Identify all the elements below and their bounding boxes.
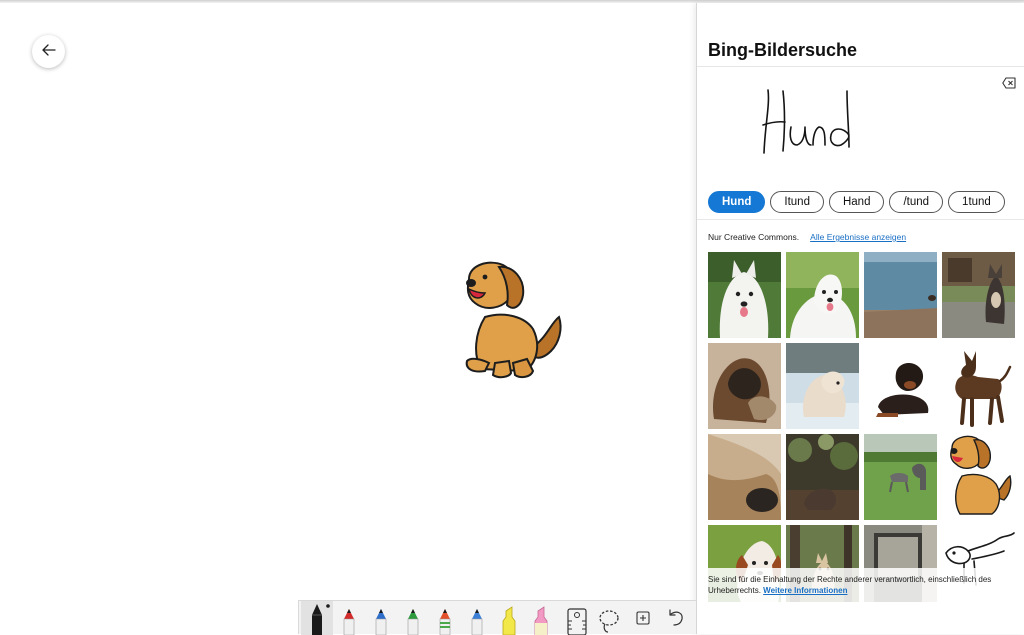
image-result-samoyed-on-grass[interactable] bbox=[786, 252, 859, 338]
suggestion-chip[interactable]: Hand bbox=[828, 191, 885, 213]
arrow-left-icon bbox=[41, 43, 56, 61]
suggestion-chips: Hund Itund Hand /tund 1tund bbox=[708, 191, 1005, 213]
license-filter-row: Nur Creative Commons. Alle Ergebnisse an… bbox=[708, 232, 906, 242]
suggestion-chip[interactable]: Itund bbox=[770, 191, 824, 213]
back-button[interactable] bbox=[32, 35, 65, 68]
undo-button[interactable] bbox=[659, 601, 691, 635]
pen-black[interactable] bbox=[301, 601, 333, 635]
suggestion-chip[interactable]: Hund bbox=[708, 191, 766, 213]
image-results-grid bbox=[708, 252, 1015, 602]
image-result-dog-at-beach[interactable] bbox=[864, 252, 937, 338]
backspace-icon bbox=[1002, 76, 1016, 93]
dog-sticker[interactable] bbox=[455, 259, 567, 381]
suggestion-chip[interactable]: /tund bbox=[889, 191, 944, 213]
add-page-icon bbox=[627, 601, 659, 635]
add-page-button[interactable] bbox=[627, 601, 659, 635]
undo-icon bbox=[659, 601, 691, 635]
handwritten-query bbox=[755, 85, 865, 160]
panel-title: Bing-Bildersuche bbox=[708, 40, 858, 60]
image-result-dog-in-garden[interactable] bbox=[942, 252, 1015, 338]
image-result-dog-closeup[interactable] bbox=[708, 434, 781, 520]
divider bbox=[697, 219, 1024, 220]
copyright-notice-text: Sie sind für die Einhaltung der Rechte a… bbox=[708, 575, 992, 595]
image-result-puppy-in-snow[interactable] bbox=[786, 343, 859, 429]
whiteboard-canvas[interactable] bbox=[0, 3, 696, 634]
image-result-rottweiler-lying[interactable] bbox=[864, 343, 937, 429]
image-result-dog-cartoon[interactable] bbox=[942, 434, 1015, 520]
inking-toolbar bbox=[298, 600, 696, 635]
image-result-samoyed-portrait[interactable] bbox=[708, 252, 781, 338]
pen-red[interactable] bbox=[333, 601, 365, 635]
more-info-link[interactable]: Weitere Informationen bbox=[763, 586, 847, 595]
highlighter-yellow[interactable] bbox=[493, 601, 525, 635]
image-result-dogs-on-lawn[interactable] bbox=[864, 434, 937, 520]
pen-green[interactable] bbox=[397, 601, 429, 635]
image-result-dog-in-forest[interactable] bbox=[786, 434, 859, 520]
copyright-notice: Sie sind für die Einhaltung der Rechte a… bbox=[697, 568, 1024, 604]
suggestion-chip[interactable]: 1tund bbox=[948, 191, 1005, 213]
image-result-dogs-playing[interactable] bbox=[708, 343, 781, 429]
bing-image-search-panel: Bing-Bildersuche Hund Itund Hand /tund 1… bbox=[696, 3, 1024, 634]
clear-ink-button[interactable] bbox=[1002, 76, 1016, 89]
show-all-results-link[interactable]: Alle Ergebnisse anzeigen bbox=[810, 232, 906, 242]
highlighter-pink[interactable] bbox=[525, 601, 557, 635]
pen-rainbow[interactable] bbox=[429, 601, 461, 635]
pen-galaxy[interactable] bbox=[461, 601, 493, 635]
creative-commons-label: Nur Creative Commons. bbox=[708, 232, 800, 242]
lasso-icon bbox=[593, 601, 625, 635]
ruler-icon bbox=[561, 601, 593, 635]
pen-blue[interactable] bbox=[365, 601, 397, 635]
image-result-pinscher-standing[interactable] bbox=[942, 343, 1015, 429]
ruler-tool[interactable] bbox=[561, 601, 593, 635]
lasso-tool[interactable] bbox=[593, 601, 625, 635]
